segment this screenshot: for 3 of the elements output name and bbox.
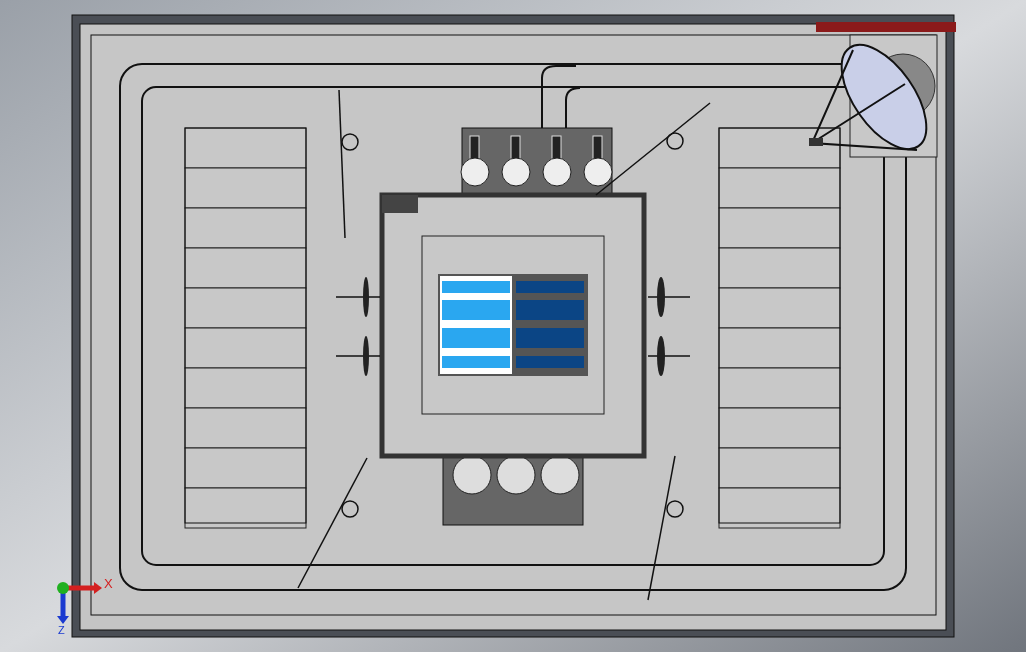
x-axis-label: X [104,576,113,591]
z-axis-label: Z [58,624,65,636]
axis-triad-icon [57,582,102,624]
